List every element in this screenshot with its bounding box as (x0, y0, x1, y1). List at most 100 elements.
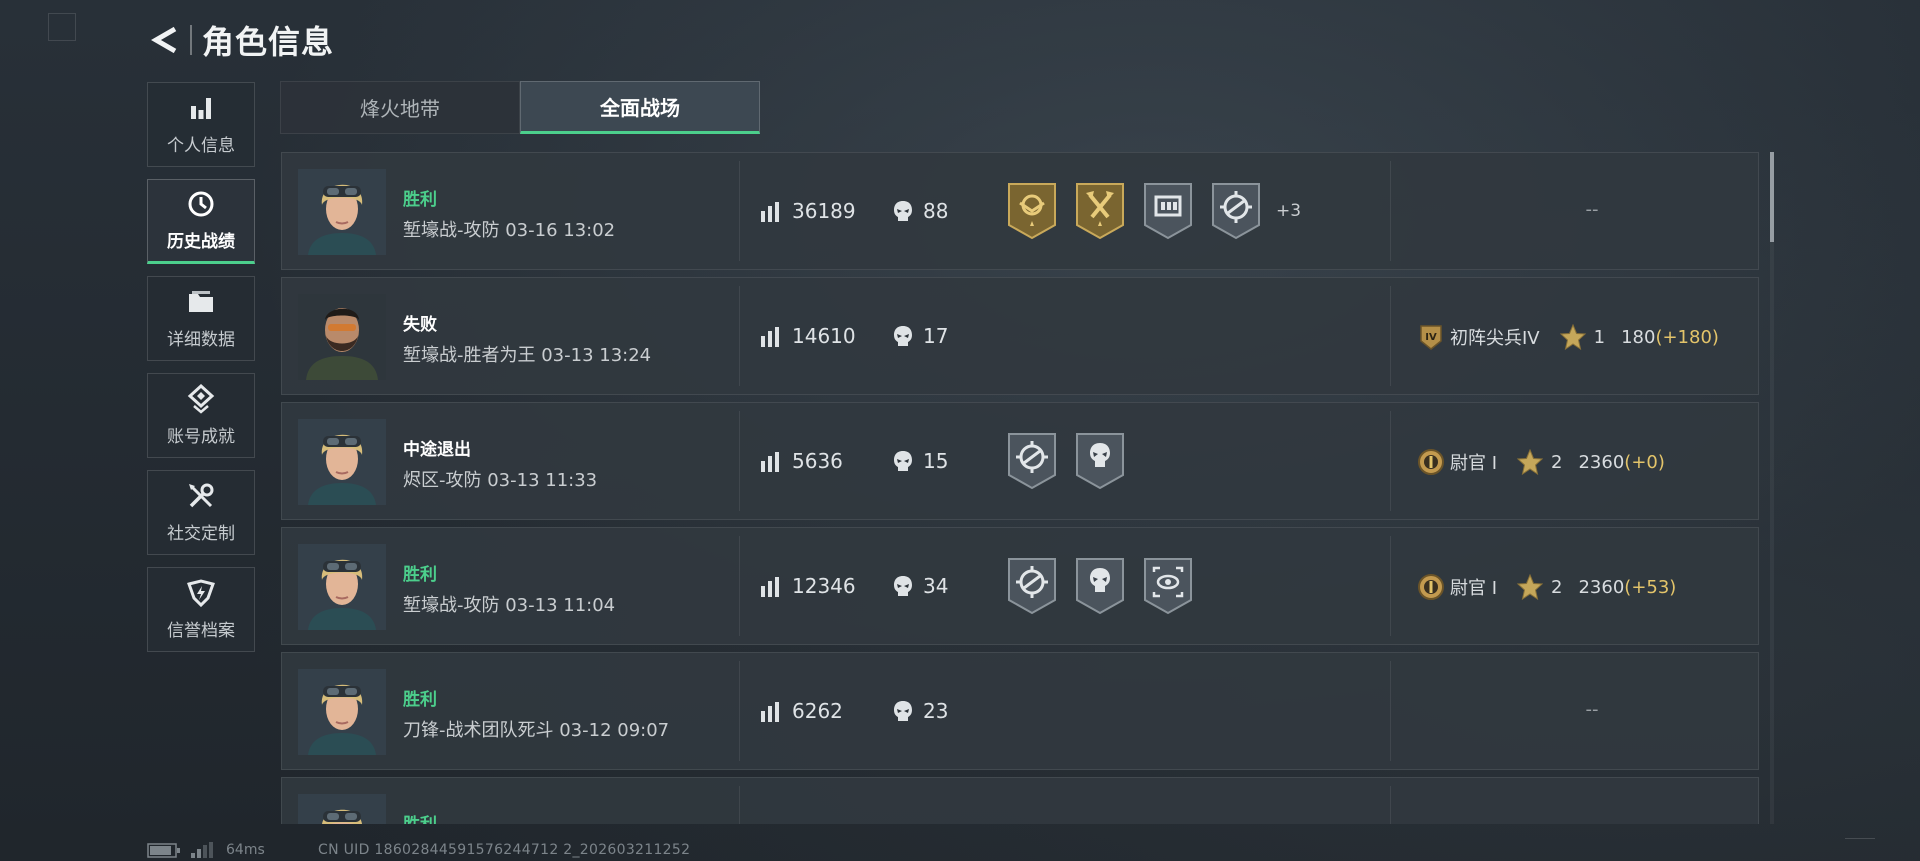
score-bar-icon (760, 452, 780, 472)
corner-line (1845, 838, 1875, 839)
female-goggles-avatar (298, 544, 386, 630)
no-rank-placeholder: -- (1585, 199, 1599, 220)
sidebar-item-label: 详细数据 (167, 330, 235, 350)
star-icon (1516, 448, 1544, 476)
sidebar-item-3[interactable]: 账号成就 (147, 373, 255, 458)
row-divider (739, 161, 740, 261)
score-bar-icon (760, 327, 780, 347)
scrollbar[interactable] (1770, 152, 1774, 824)
match-mode-time: 堑壕战-攻防 03-16 13:02 (403, 220, 616, 241)
kills-skull-icon (892, 450, 914, 474)
clock-icon (186, 189, 216, 219)
match-mode-time: 烬区-攻防 03-13 11:33 (403, 470, 598, 491)
rank-stars: 1 (1593, 326, 1606, 348)
gold-eagle-badge[interactable] (1006, 181, 1058, 241)
match-row[interactable]: 胜利堑壕战-攻防 03-16 13:02 36189 88 +3 -- (281, 152, 1759, 270)
kills-skull-icon (892, 575, 914, 599)
match-result: 中途退出 (403, 440, 471, 460)
more-badges-count[interactable]: +3 (1276, 201, 1301, 221)
match-kills: 88 (923, 199, 949, 223)
tools-icon (186, 481, 216, 511)
radio-badge[interactable] (1142, 181, 1194, 241)
medal-badges (1006, 431, 1142, 491)
crosshair-badge[interactable] (1210, 181, 1262, 241)
match-result: 失败 (403, 315, 437, 335)
scrollbar-thumb[interactable] (1770, 152, 1774, 242)
bearded-soldier-avatar (298, 294, 386, 380)
star-icon (1516, 573, 1544, 601)
match-score: 14610 (792, 324, 856, 348)
female-goggles-avatar (298, 419, 386, 505)
signal-icon (191, 842, 213, 858)
credit-shield-icon (186, 578, 216, 608)
match-kills: 34 (923, 574, 949, 598)
status-bar: 64ms CN UID 18602844591576244712 2_20260… (0, 840, 1920, 861)
svg-text:IV: IV (1425, 332, 1437, 343)
match-score: 12346 (792, 574, 856, 598)
female-goggles-avatar (298, 794, 386, 824)
sidebar-item-5[interactable]: 信誉档案 (147, 567, 255, 652)
target-eye-badge[interactable] (1142, 556, 1194, 616)
match-kills: 17 (923, 324, 949, 348)
sidebar-item-label: 历史战绩 (167, 232, 235, 252)
crosshair-badge[interactable] (1006, 556, 1058, 616)
match-row[interactable]: 胜利 堑壕战-攻防 03-13 11:04 12346 34 尉官 I 2 2360 (+53… (281, 527, 1759, 645)
match-row[interactable]: 失败 堑壕战-胜者为王 03-13 13:24 14610 17 IV 初阵尖兵IV 1 18… (281, 277, 1759, 395)
row-divider (1390, 286, 1391, 386)
rank-points: 2360 (1578, 451, 1625, 473)
rank-iv-emblem: IV (1417, 323, 1445, 351)
rank-stars: 2 (1551, 576, 1563, 598)
rank-name: 尉官 I (1450, 578, 1498, 599)
row-divider (739, 786, 740, 824)
score-bar-icon (760, 577, 780, 597)
star-icon (1559, 323, 1586, 351)
sidebar-item-2[interactable]: 详细数据 (147, 276, 255, 361)
crosshair-badge[interactable] (1006, 431, 1058, 491)
row-divider (1390, 786, 1391, 824)
header: 角色信息 (148, 18, 334, 62)
match-result: 胜利 (403, 190, 437, 210)
skull-badge[interactable] (1074, 431, 1126, 491)
bar-chart-icon (186, 93, 216, 123)
match-kills: 23 (923, 699, 949, 723)
rank-points-delta: (+180) (1655, 326, 1719, 348)
sidebar-item-4[interactable]: 社交定制 (147, 470, 255, 555)
sidebar-item-label: 账号成就 (167, 427, 235, 447)
achievement-icon (186, 384, 216, 414)
rank-points-delta: (+0) (1624, 451, 1665, 473)
match-score: 36189 (792, 199, 856, 223)
female-goggles-avatar (298, 669, 386, 755)
sidebar-item-label: 个人信息 (167, 136, 235, 156)
sidebar-item-label: 信誉档案 (167, 621, 235, 641)
battery-icon (147, 843, 180, 858)
match-row[interactable]: 胜利 刀锋-战术团队死斗 03-12 09:07 6262 23 -- (281, 652, 1759, 770)
kills-skull-icon (892, 200, 914, 224)
sidebar-item-1[interactable]: 历史战绩 (147, 179, 255, 264)
kills-skull-icon (892, 325, 914, 349)
row-divider (739, 536, 740, 636)
ping-value: 64ms (226, 842, 265, 858)
gold-axes-badge[interactable] (1074, 181, 1126, 241)
sidebar: 个人信息历史战绩详细数据账号成就社交定制信誉档案 (147, 82, 257, 664)
match-result: 胜利 (403, 565, 437, 585)
match-row[interactable]: 胜利 (281, 777, 1759, 824)
sidebar-item-0[interactable]: 个人信息 (147, 82, 255, 167)
no-rank-placeholder: -- (1585, 699, 1599, 720)
skull-badge[interactable] (1074, 556, 1126, 616)
uid-text: CN UID 18602844591576244712 2_2026032112… (318, 842, 691, 858)
sidebar-item-label: 社交定制 (167, 524, 235, 544)
female-goggles-avatar (298, 169, 386, 255)
row-divider (739, 286, 740, 386)
tab-bar: 烽火地带 全面战场 (280, 81, 760, 134)
score-bar-icon (760, 202, 780, 222)
header-divider (190, 25, 192, 55)
tab-1[interactable]: 全面战场 (520, 81, 760, 134)
match-row[interactable]: 中途退出 烬区-攻防 03-13 11:33 5636 15 尉官 I 2 2360 (+0) (281, 402, 1759, 520)
folder-icon (186, 287, 216, 317)
back-button[interactable] (148, 22, 184, 58)
match-history-list[interactable]: 胜利 堑壕战-攻防 03-16 13:02 36189 88 +3 -- 失败 堑壕战-胜者为… (281, 152, 1759, 824)
row-divider (1390, 661, 1391, 761)
match-mode-time: 堑壕战-胜者为王 03-13 13:24 (403, 345, 652, 366)
tab-0[interactable]: 烽火地带 (280, 81, 520, 134)
rank-points: 180 (1621, 326, 1656, 348)
